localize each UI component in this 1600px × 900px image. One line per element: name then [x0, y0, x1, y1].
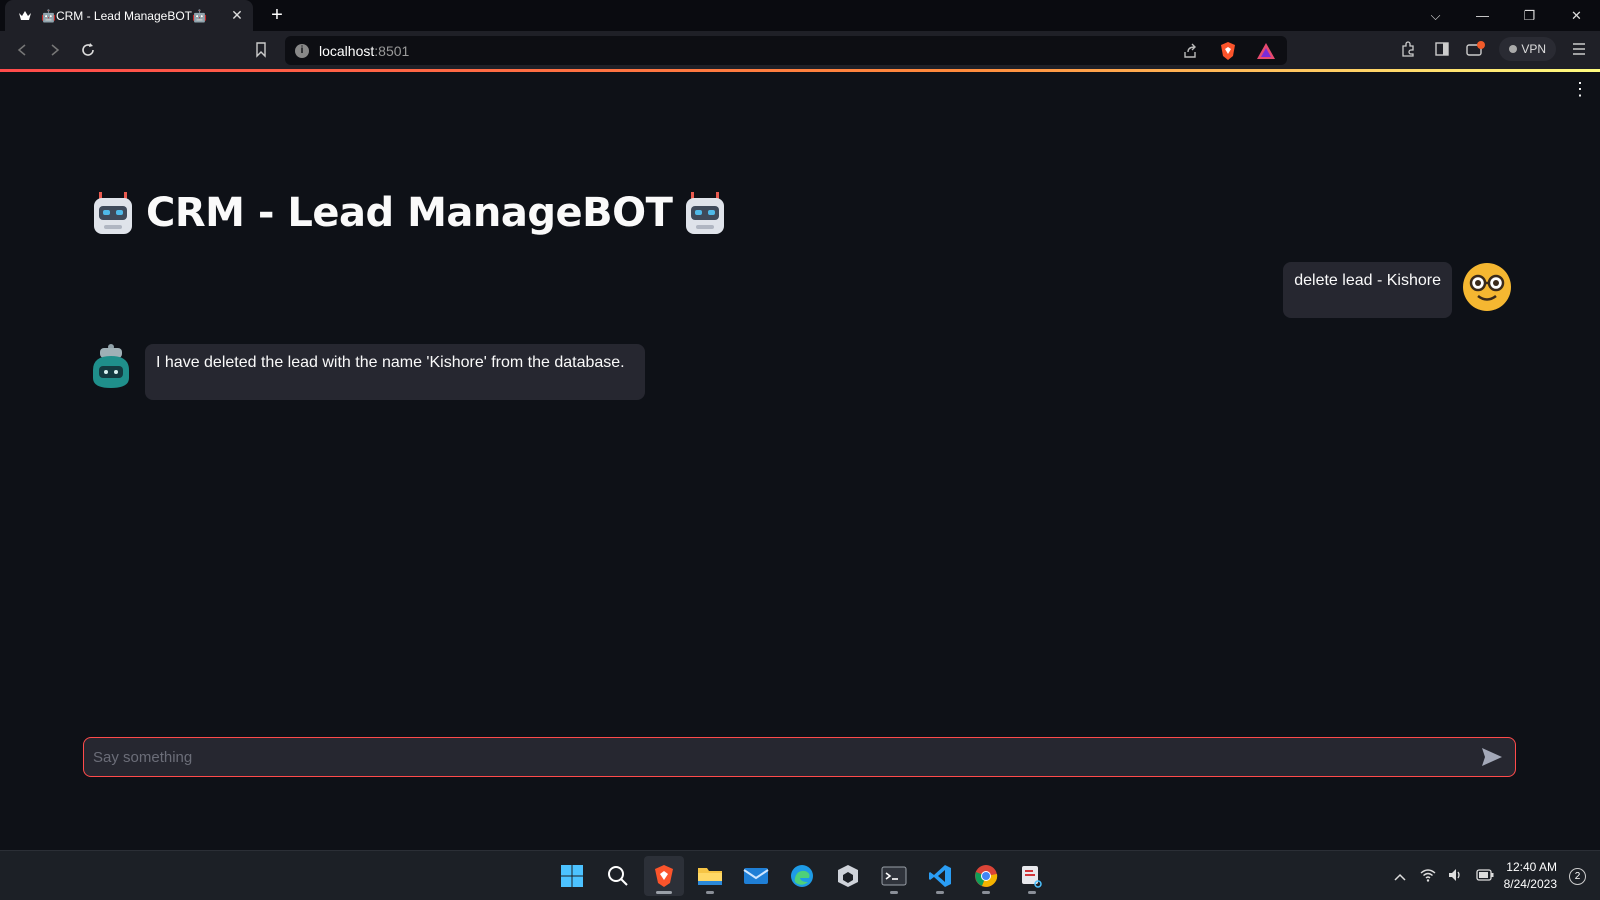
new-tab-button[interactable]: + [266, 4, 288, 26]
minimize-button[interactable]: — [1459, 0, 1506, 31]
brave-shields-icon[interactable] [1217, 40, 1239, 62]
cube-app-icon [838, 865, 858, 887]
running-indicator [1028, 891, 1036, 894]
restore-button[interactable]: ❐ [1506, 0, 1553, 31]
close-window-button[interactable]: ✕ [1553, 0, 1600, 31]
sidebar-icon[interactable] [1431, 38, 1453, 60]
folder-icon [698, 868, 722, 885]
page-title-row: CRM - Lead ManageBOT [90, 190, 728, 236]
send-icon [1482, 748, 1502, 766]
taskbar-file-explorer[interactable] [690, 856, 730, 896]
clock-time: 12:40 AM [1506, 860, 1557, 874]
user-avatar-nerd-icon [1463, 263, 1511, 311]
site-info-icon[interactable]: i [295, 43, 309, 58]
browser-tab-strip: 🤖CRM - Lead ManageBOT🤖 ✕ + ⌵ — ❐ ✕ [0, 0, 1600, 31]
search-icon [608, 866, 628, 886]
running-indicator [982, 891, 990, 894]
tab-search-chevron-icon[interactable]: ⌵ [1412, 0, 1459, 31]
address-bar[interactable]: i localhost:8501 [285, 36, 1287, 65]
back-button[interactable] [11, 39, 33, 61]
tab-active[interactable]: 🤖CRM - Lead ManageBOT🤖 ✕ [5, 0, 253, 31]
running-indicator [656, 891, 672, 894]
taskbar-search-button[interactable] [598, 856, 638, 896]
chat-input[interactable] [84, 738, 1475, 776]
streamlit-app: ⋮ CRM - Lead ManageBOT delete lead - Kis… [0, 72, 1600, 850]
terminal-icon [881, 866, 907, 886]
vpn-label: VPN [1521, 42, 1546, 56]
send-button[interactable] [1475, 740, 1509, 774]
chat-message-assistant: I have deleted the lead with the name 'K… [90, 344, 645, 400]
taskbar-brave-browser[interactable] [644, 856, 684, 896]
running-indicator [706, 891, 714, 894]
forward-button[interactable] [44, 39, 66, 61]
tab-title: 🤖CRM - Lead ManageBOT🤖 [41, 8, 207, 23]
system-tray: 12:40 AM 8/24/2023 2 [1392, 859, 1586, 893]
page-title: CRM - Lead ManageBOT [146, 190, 673, 236]
chrome-icon [975, 865, 998, 887]
windows-taskbar: 12:40 AM 8/24/2023 2 [0, 850, 1600, 900]
tab-close-icon[interactable]: ✕ [229, 7, 245, 24]
brave-browser-icon [655, 865, 673, 887]
running-indicator [936, 891, 944, 894]
running-indicator [890, 891, 898, 894]
edge-icon [791, 865, 813, 887]
assistant-message-bubble: I have deleted the lead with the name 'K… [145, 344, 645, 400]
vscode-icon [929, 865, 951, 887]
taskbar-unity-hub[interactable] [828, 856, 868, 896]
taskbar-clock[interactable]: 12:40 AM 8/24/2023 [1504, 859, 1557, 893]
robot-emoji-icon [94, 192, 132, 234]
robot-emoji-icon [686, 192, 725, 234]
taskbar-chrome[interactable] [966, 856, 1006, 896]
taskbar-vscode[interactable] [920, 856, 960, 896]
snipping-tool-icon [1022, 866, 1042, 888]
url-host: localhost [319, 42, 375, 59]
bookmark-icon[interactable] [250, 39, 272, 61]
extensions-icon[interactable] [1397, 38, 1419, 60]
battery-icon[interactable] [1475, 868, 1494, 884]
app-menu-kebab-icon[interactable]: ⋮ [1571, 80, 1589, 98]
taskbar-snipping-tool[interactable] [1012, 856, 1052, 896]
windows-logo-icon [561, 865, 583, 887]
show-hidden-icons-chevron-icon[interactable] [1392, 869, 1408, 884]
mail-icon [743, 868, 769, 884]
reload-button[interactable] [77, 39, 99, 61]
taskbar-terminal[interactable] [874, 856, 914, 896]
brave-favicon-icon [17, 8, 33, 24]
browser-toolbar: i localhost:8501 VPN [0, 31, 1600, 69]
vpn-status-icon [1509, 45, 1518, 53]
vpn-button[interactable]: VPN [1499, 37, 1556, 61]
hamburger-menu-icon[interactable] [1568, 38, 1590, 60]
bot-avatar-icon [93, 344, 129, 388]
chat-input-container [83, 737, 1516, 777]
taskbar-mail[interactable] [736, 856, 776, 896]
url-port: :8501 [374, 42, 410, 59]
taskbar-edge[interactable] [782, 856, 822, 896]
wifi-icon[interactable] [1420, 868, 1436, 885]
volume-icon[interactable] [1448, 868, 1464, 885]
wallet-icon[interactable] [1465, 38, 1487, 60]
share-icon[interactable] [1179, 40, 1201, 62]
clock-date: 8/24/2023 [1503, 877, 1557, 891]
brave-rewards-icon[interactable] [1255, 40, 1277, 62]
chat-message-user: delete lead - Kishore [1283, 262, 1512, 318]
start-button[interactable] [552, 856, 592, 896]
notification-count-badge[interactable]: 2 [1569, 867, 1586, 885]
user-message-bubble: delete lead - Kishore [1283, 262, 1452, 318]
